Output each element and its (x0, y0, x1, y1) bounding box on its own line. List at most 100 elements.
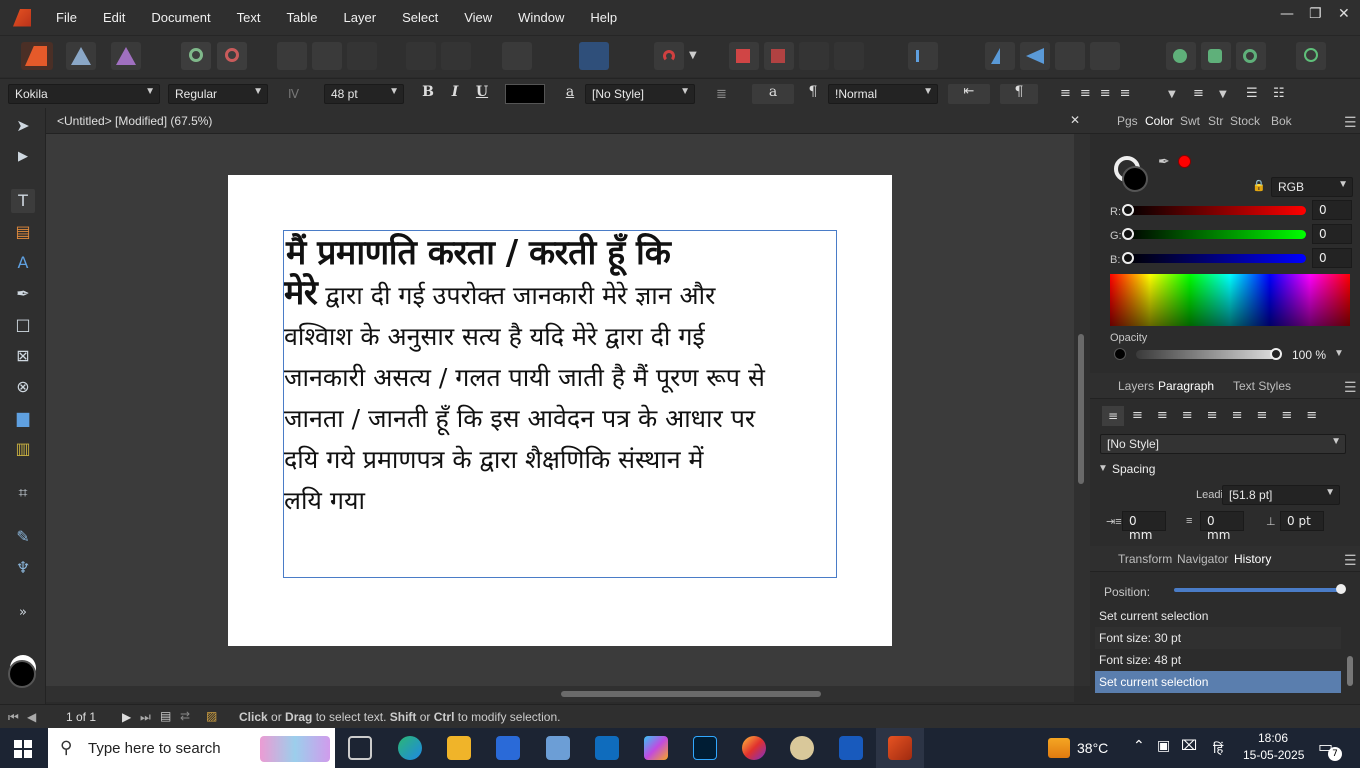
blue-slider-knob[interactable] (1122, 252, 1134, 264)
weather-temp[interactable]: 38°C (1077, 740, 1108, 756)
snapping-dropdown-icon[interactable]: ▼ (689, 50, 697, 61)
boolean-intersect-icon[interactable] (1236, 42, 1266, 70)
move-tool-icon[interactable]: ➤ (11, 114, 35, 138)
snapping-gear-icon[interactable] (217, 42, 247, 70)
network-icon[interactable]: ⌧ (1181, 738, 1197, 754)
red-slider-knob[interactable] (1122, 204, 1134, 216)
arrange-forward-icon[interactable] (1055, 42, 1085, 70)
word-icon[interactable] (839, 736, 863, 760)
picked-color-swatch[interactable] (1178, 155, 1191, 168)
show-special-chars-button[interactable]: ¶ (802, 84, 824, 104)
font-size-field[interactable]: 48 pt ▼ (324, 84, 404, 104)
next-page-icon[interactable]: ▶ (122, 710, 131, 724)
snapping-magnet-icon[interactable] (654, 42, 684, 70)
frame-text-tool-icon[interactable]: T (11, 189, 35, 213)
leading-field[interactable]: [51.8 pt] ▼ (1222, 485, 1340, 505)
insert-behind-icon[interactable] (834, 42, 864, 70)
place-image-tool-icon[interactable]: ▆ (11, 406, 35, 430)
tab-swatches[interactable]: Swt (1180, 114, 1200, 128)
align-left-icon[interactable]: ≡ (1102, 406, 1124, 426)
menu-select[interactable]: Select (402, 10, 438, 25)
affinity-publisher-taskbar-icon[interactable] (888, 736, 912, 760)
indent-icon[interactable]: ⇤ (948, 84, 990, 104)
outlook-icon[interactable] (595, 736, 619, 760)
crop-tool-icon[interactable]: ⌗ (11, 481, 35, 505)
edge-browser-icon[interactable] (398, 736, 422, 760)
tab-text-styles[interactable]: Text Styles (1233, 379, 1291, 393)
horizontal-scroll-thumb[interactable] (561, 691, 821, 697)
artistic-text-tool-icon[interactable]: A (11, 251, 35, 275)
more-tools-icon[interactable]: » (11, 601, 35, 625)
green-slider[interactable] (1126, 230, 1306, 239)
menu-help[interactable]: Help (590, 10, 617, 25)
history-item[interactable]: Font size: 30 pt (1095, 627, 1341, 649)
file-explorer-icon[interactable] (447, 736, 471, 760)
color-spectrum[interactable] (1110, 274, 1350, 326)
vertical-align-icon[interactable]: ≡ (1193, 86, 1204, 101)
weather-icon[interactable] (1048, 738, 1070, 758)
tab-navigator[interactable]: Navigator (1177, 552, 1228, 566)
color-picker-icon[interactable]: ✒ (1158, 154, 1170, 170)
prev-page-icon[interactable]: ◀ (27, 710, 36, 724)
transparency-tool-icon[interactable]: ♆ (11, 556, 35, 580)
align-dropdown-icon[interactable]: ▼ (1168, 89, 1176, 100)
font-style-select[interactable]: Regular ▼ (168, 84, 268, 104)
color-model-select[interactable]: RGB ▼ (1271, 177, 1353, 197)
flip-horizontal-icon[interactable] (985, 42, 1015, 70)
italic-button[interactable]: I (444, 84, 466, 104)
blue-value-field[interactable]: 0 (1312, 248, 1352, 268)
history-scroll-thumb[interactable] (1347, 656, 1353, 686)
opacity-dropdown-icon[interactable]: ▼ (1334, 348, 1344, 359)
paragraph-decorations-icon[interactable]: ≣ (716, 87, 727, 102)
history-position-knob[interactable] (1336, 584, 1346, 594)
insert-front-icon[interactable] (729, 42, 759, 70)
frame-text-wrap-icon[interactable] (277, 42, 307, 70)
taskbar-search-box[interactable]: ⚲ Type here to search (48, 728, 335, 768)
photo-persona-icon[interactable] (66, 42, 96, 70)
text-wrap-icon[interactable] (312, 42, 342, 70)
paragraph-style-select[interactable]: !Normal ▼ (828, 84, 938, 104)
clock-date[interactable]: 15-05-2025 (1243, 748, 1304, 762)
opacity-slider[interactable] (1136, 350, 1276, 359)
history-item[interactable]: Set current selection (1095, 605, 1341, 627)
table-of-contents-icon[interactable]: ▥ (11, 437, 35, 461)
task-view-icon[interactable] (348, 736, 372, 760)
close-window-icon[interactable]: ✕ (1338, 6, 1350, 22)
menu-table[interactable]: Table (286, 10, 317, 25)
font-traits-icon[interactable]: Ⅳ (288, 87, 299, 101)
document-tab[interactable]: <Untitled> [Modified] (67.5%) ✕ (46, 108, 1090, 134)
tab-stroke[interactable]: Str (1208, 114, 1223, 128)
bold-button[interactable]: B (417, 84, 439, 104)
paragraph-panel-menu-icon[interactable]: ☰ (1344, 379, 1357, 396)
flip-vertical-icon[interactable] (1020, 42, 1050, 70)
tab-color[interactable]: Color (1145, 114, 1174, 128)
user-account-icon[interactable] (1296, 42, 1326, 70)
vertical-scroll-thumb[interactable] (1078, 334, 1084, 484)
menu-file[interactable]: File (56, 10, 77, 25)
stroke-color-circle[interactable] (1122, 166, 1148, 192)
lock-icon[interactable]: 🔒 (1252, 179, 1268, 195)
bullet-list-icon[interactable]: ☰ (1246, 86, 1258, 101)
fill-tool-icon[interactable]: ✎ (11, 525, 35, 549)
preflight-icon[interactable] (502, 42, 532, 70)
text-frame[interactable]: मैं प्रमाणति करता / करती हूँ कि मेरे द्व… (283, 230, 837, 578)
last-page-icon[interactable]: ⏭ (140, 710, 151, 725)
publisher-persona-icon[interactable] (21, 42, 53, 70)
char-highlight-button[interactable]: a (559, 84, 581, 104)
numbered-list-icon[interactable]: ☷ (1273, 86, 1285, 101)
paragraph-button[interactable]: ¶ (1000, 84, 1038, 104)
vertical-align-dropdown-icon[interactable]: ▼ (1219, 89, 1227, 100)
boolean-subtract-icon[interactable] (1201, 42, 1231, 70)
menu-text[interactable]: Text (237, 10, 261, 25)
tab-paragraph[interactable]: Paragraph (1158, 379, 1214, 393)
align-icon[interactable] (908, 42, 938, 70)
tab-stock[interactable]: Stock (1230, 114, 1260, 128)
menu-edit[interactable]: Edit (103, 10, 125, 25)
restore-icon[interactable]: ❐ (1309, 6, 1322, 22)
close-document-icon[interactable]: ✕ (1070, 113, 1080, 127)
photoshop-icon[interactable] (693, 736, 717, 760)
text-color-swatch[interactable] (505, 84, 545, 104)
settings-gear-icon[interactable] (181, 42, 211, 70)
input-language-indicator[interactable]: हिं (1213, 739, 1223, 757)
pin-icon[interactable] (406, 42, 436, 70)
